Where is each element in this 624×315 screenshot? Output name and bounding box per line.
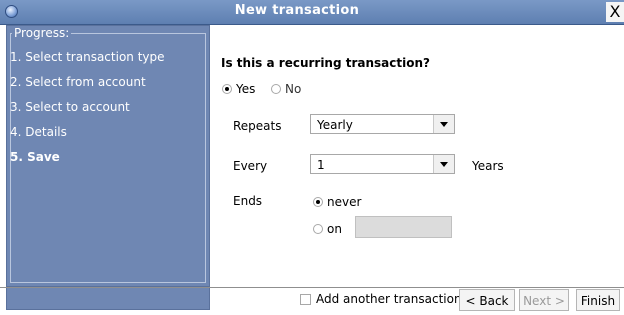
repeats-label: Repeats bbox=[233, 119, 282, 133]
repeats-value: Yearly bbox=[317, 118, 353, 132]
chevron-down-icon[interactable] bbox=[433, 155, 454, 173]
main-panel: Is this a recurring transaction? Yes No … bbox=[211, 25, 624, 287]
every-combobox[interactable]: 1 bbox=[310, 154, 455, 174]
ends-on-date-field[interactable] bbox=[355, 216, 452, 238]
recurring-question: Is this a recurring transaction? bbox=[221, 56, 430, 70]
progress-title: Progress: bbox=[12, 26, 72, 40]
recurring-yes-radio[interactable]: Yes bbox=[222, 81, 255, 96]
recurring-no-label[interactable]: No bbox=[285, 82, 301, 96]
progress-step: 4. Details bbox=[10, 125, 67, 139]
add-another-checkbox[interactable] bbox=[300, 294, 311, 305]
progress-step: 2. Select from account bbox=[10, 75, 146, 89]
chevron-down-icon[interactable] bbox=[433, 115, 454, 133]
ends-label: Ends bbox=[233, 194, 263, 208]
ends-never-label[interactable]: never bbox=[327, 195, 361, 209]
next-button[interactable]: Next > bbox=[519, 289, 569, 311]
radio-indicator[interactable] bbox=[271, 83, 281, 94]
progress-step: 3. Select to account bbox=[10, 100, 130, 114]
ends-on-label[interactable]: on bbox=[327, 222, 342, 236]
bottom-bar: Add another transaction < Back Next > Fi… bbox=[0, 287, 624, 315]
finish-button[interactable]: Finish bbox=[576, 289, 620, 311]
recurring-no-radio[interactable]: No bbox=[271, 81, 301, 96]
add-another-label[interactable]: Add another transaction bbox=[316, 292, 462, 306]
close-icon[interactable]: X bbox=[606, 2, 624, 22]
radio-indicator[interactable] bbox=[222, 83, 232, 94]
back-button[interactable]: < Back bbox=[459, 289, 515, 311]
progress-panel: Progress: 1. Select transaction type 2. … bbox=[6, 25, 210, 287]
progress-steps: 1. Select transaction type 2. Select fro… bbox=[10, 50, 165, 175]
window-title: New transaction bbox=[234, 3, 360, 18]
repeats-dropdown[interactable]: Yearly bbox=[310, 114, 455, 134]
ends-on-radio[interactable]: on bbox=[313, 221, 342, 236]
radio-indicator[interactable] bbox=[313, 196, 323, 207]
progress-step: 1. Select transaction type bbox=[10, 50, 165, 64]
title-bar[interactable]: New transaction X bbox=[0, 0, 624, 25]
new-transaction-window: New transaction X Progress: 1. Select tr… bbox=[0, 0, 624, 315]
progress-panel-footer bbox=[6, 288, 210, 310]
ends-never-radio[interactable]: never bbox=[313, 194, 361, 209]
progress-step-current: 5. Save bbox=[10, 150, 60, 164]
recurring-yes-label[interactable]: Yes bbox=[236, 82, 255, 96]
every-label: Every bbox=[233, 159, 268, 173]
radio-indicator[interactable] bbox=[313, 223, 323, 234]
every-value: 1 bbox=[317, 158, 325, 172]
every-unit: Years bbox=[472, 159, 504, 173]
